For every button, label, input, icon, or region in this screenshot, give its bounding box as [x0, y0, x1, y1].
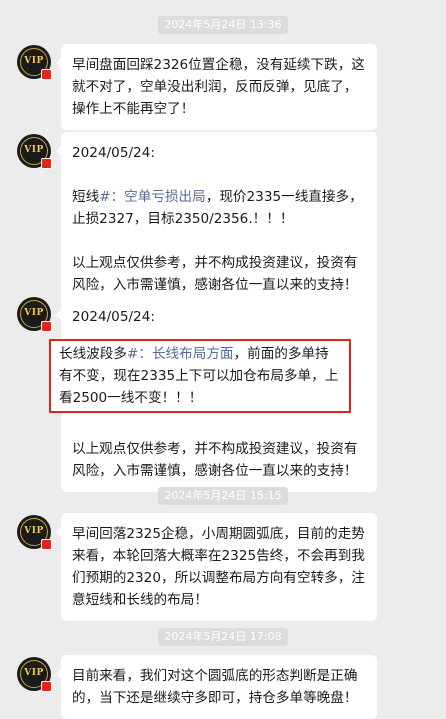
message-bubble[interactable]: 目前来看，我们对这个圆弧底的形态判断是正确的，当下还是继续守多即可，持仓多单等晚… — [56, 655, 377, 719]
flag-icon — [41, 681, 52, 692]
timestamp-label: 2024年5月24日 15:15 — [158, 487, 288, 505]
avatar[interactable]: VIP — [17, 45, 52, 80]
vip-badge-text: VIP — [24, 526, 44, 536]
avatar[interactable]: VIP — [17, 134, 52, 169]
message-bubble[interactable]: 早间回落2325企稳，小周期圆弧底，目前的走势来看，本轮回落大概率在2325告终… — [56, 513, 377, 621]
hashtag-link[interactable]: #：空单亏损出局 — [99, 189, 206, 205]
avatar[interactable]: VIP — [17, 297, 52, 332]
flag-icon — [41, 158, 52, 169]
message-text: 早间盘面回踩2326位置企稳，没有延续下跌，这就不对了，空单没出利润，反而反弹，… — [72, 57, 365, 117]
timestamp-label: 2024年5月24日 17:08 — [158, 628, 288, 646]
message-body: 短线#：空单亏损出局，现价2335一线直接多，止损2327，目标2350/235… — [72, 186, 367, 230]
message-date: 2024/05/24: — [72, 145, 155, 161]
flag-icon — [41, 69, 52, 80]
flag-icon — [41, 321, 52, 332]
vip-badge-text: VIP — [24, 145, 44, 155]
message-text: 早间回落2325企稳，小周期圆弧底，目前的走势来看，本轮回落大概率在2325告终… — [72, 526, 365, 608]
vip-badge-text: VIP — [24, 668, 44, 678]
highlight-box: 长线波段多#：长线布局方面，前面的多单持有不变，现在2335上下可以加仓布局多单… — [49, 339, 351, 413]
avatar[interactable]: VIP — [17, 657, 52, 692]
timestamp: 2024年5月24日 13:36 — [0, 13, 446, 34]
timestamp: 2024年5月24日 15:15 — [0, 484, 446, 505]
message-prefix: 长线波段多 — [59, 346, 127, 362]
flag-icon — [41, 539, 52, 550]
vip-badge-text: VIP — [24, 56, 44, 66]
timestamp: 2024年5月24日 17:08 — [0, 625, 446, 646]
message-bubble[interactable]: 早间盘面回踩2326位置企稳，没有延续下跌，这就不对了，空单没出利润，反而反弹，… — [56, 44, 377, 130]
disclaimer-text: 以上观点仅供参考，并不构成投资建议，投资有风险，入市需谨慎，感谢各位一直以来的支… — [72, 441, 358, 479]
vip-badge-text: VIP — [24, 308, 44, 318]
message-bubble[interactable]: 2024/05/24: 短线#：空单亏损出局，现价2335一线直接多，止损232… — [56, 132, 377, 306]
message-text: 目前来看，我们对这个圆弧底的形态判断是正确的，当下还是继续守多即可，持仓多单等晚… — [72, 668, 358, 706]
disclaimer-text: 以上观点仅供参考，并不构成投资建议，投资有风险，入市需谨慎，感谢各位一直以来的支… — [72, 255, 358, 293]
avatar[interactable]: VIP — [17, 515, 52, 550]
timestamp-label: 2024年5月24日 13:36 — [158, 16, 288, 34]
chat-area: 2024年5月24日 13:36 VIP 早间盘面回踩2326位置企稳，没有延续… — [0, 0, 446, 719]
hashtag-link[interactable]: #：长线布局方面 — [127, 346, 234, 362]
message-prefix: 短线 — [72, 189, 100, 205]
message-date: 2024/05/24: — [72, 309, 155, 325]
